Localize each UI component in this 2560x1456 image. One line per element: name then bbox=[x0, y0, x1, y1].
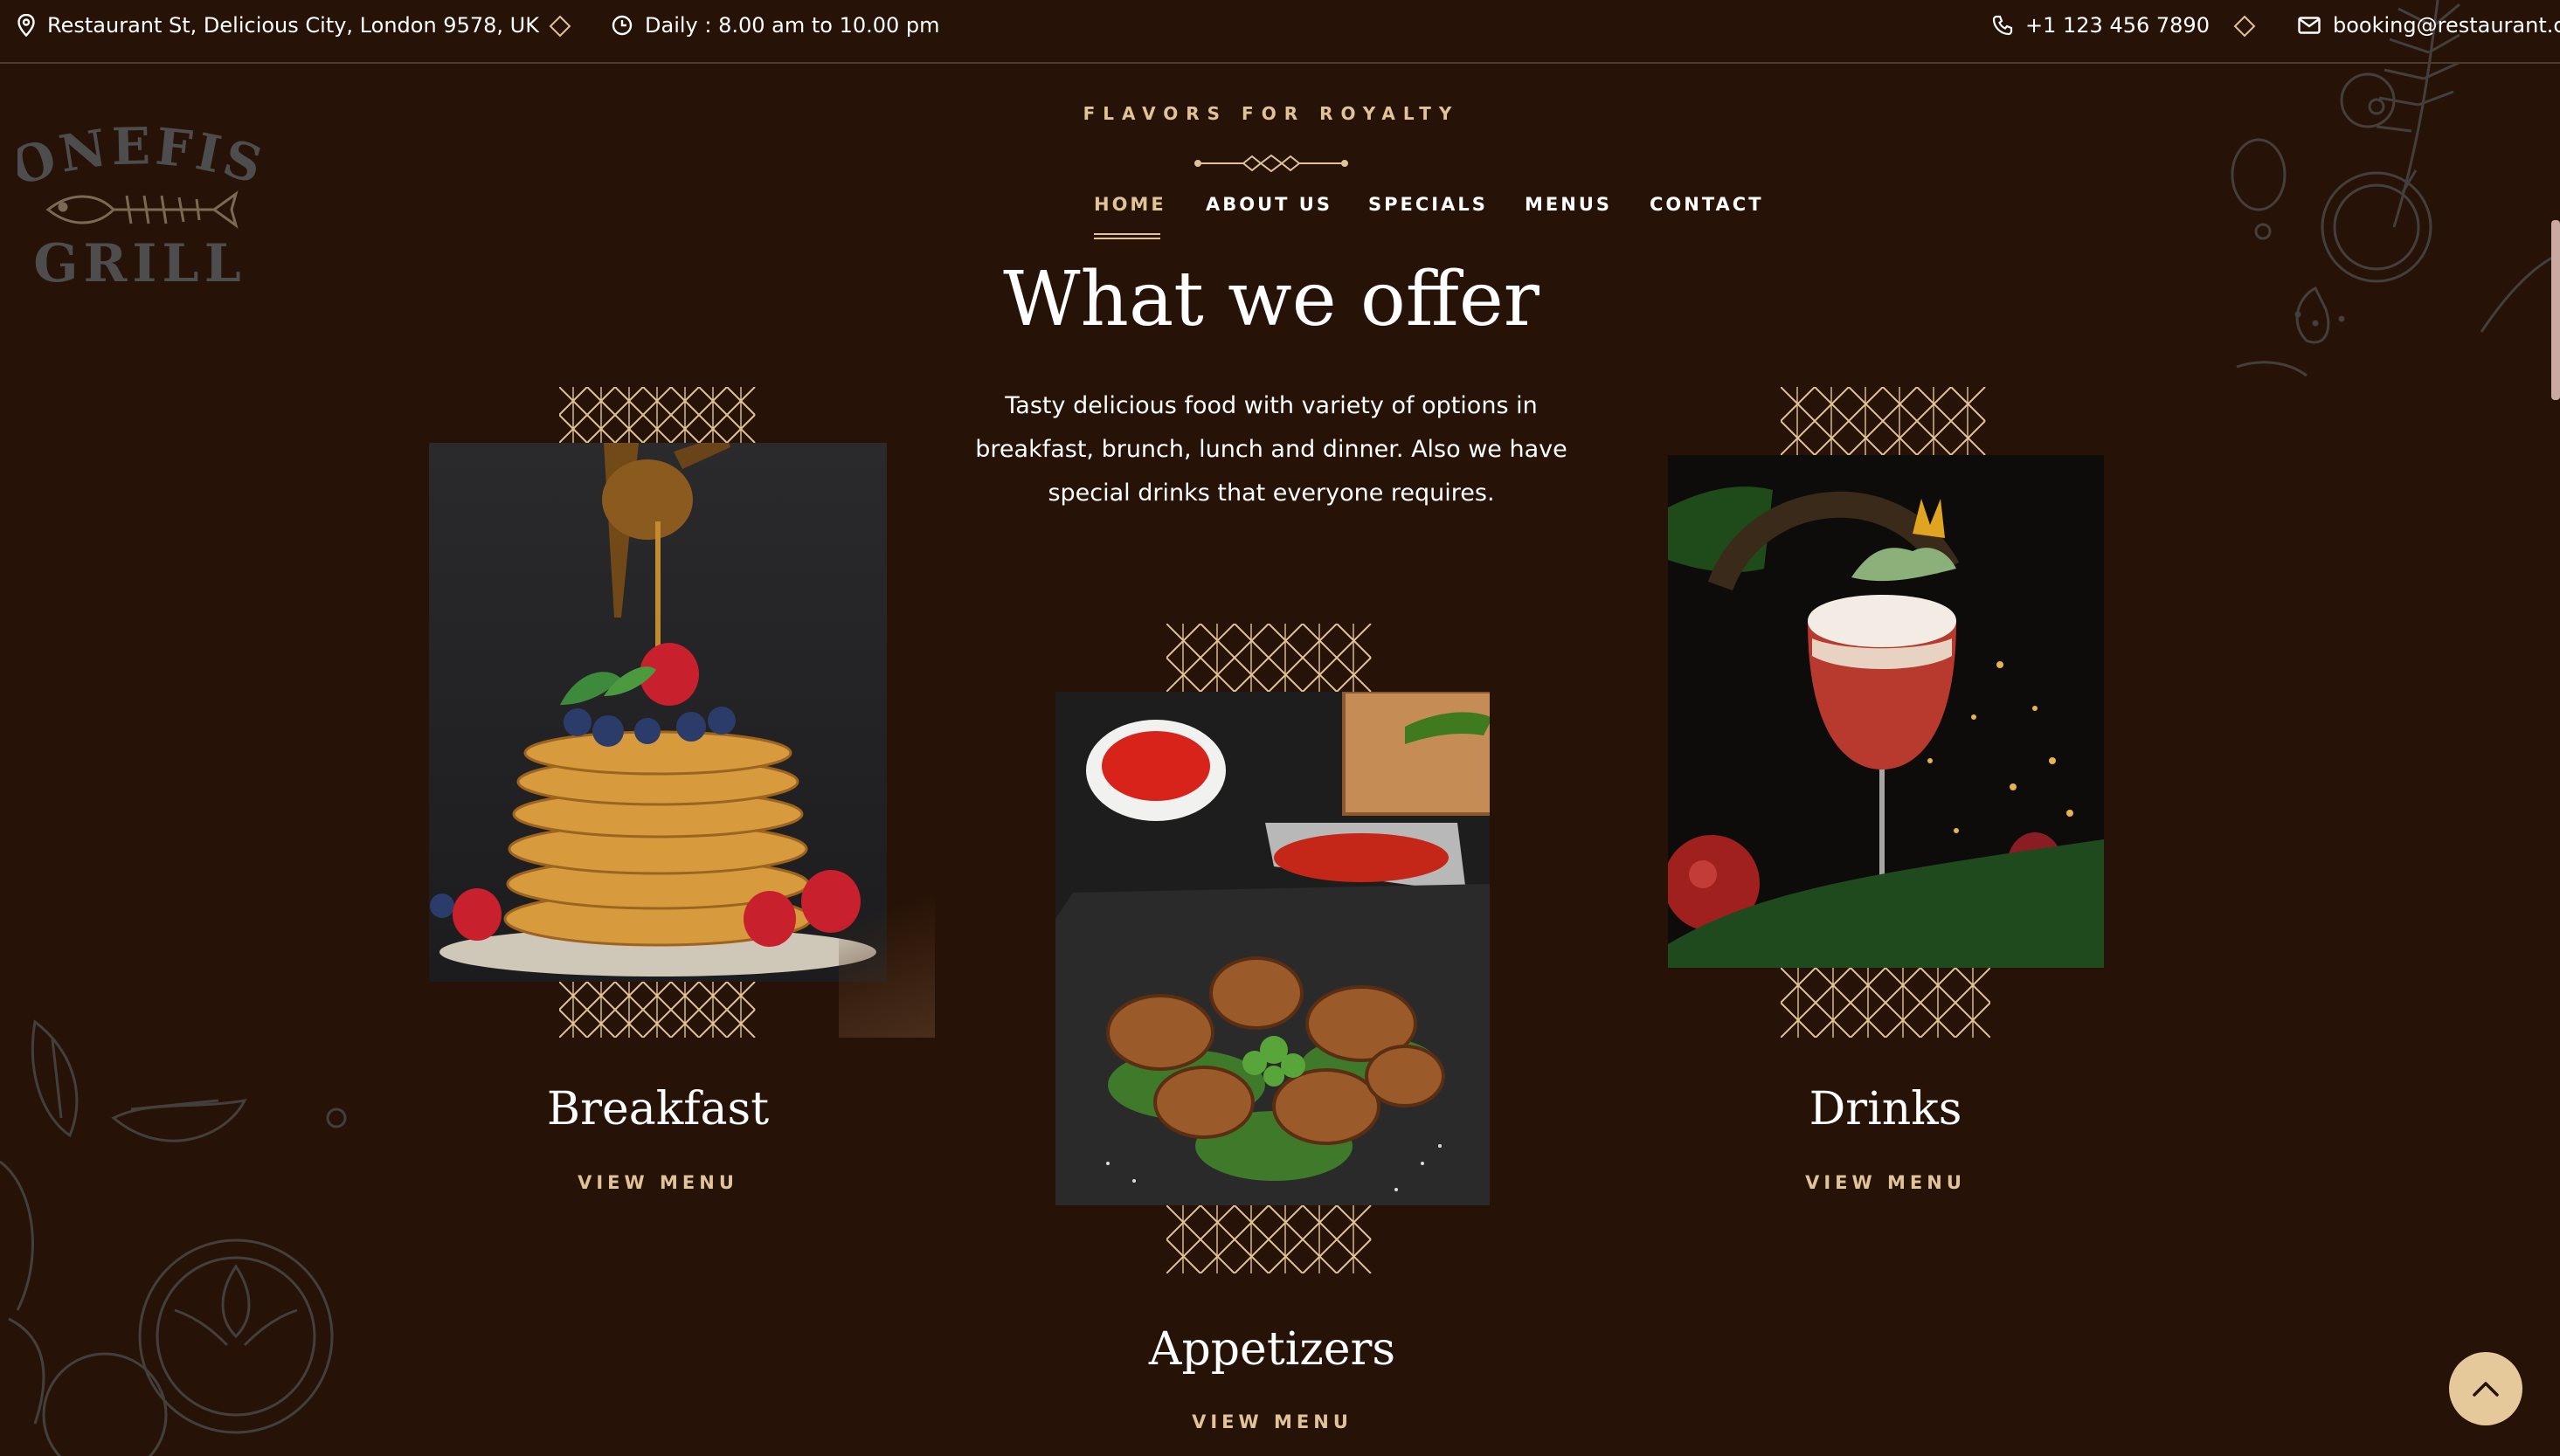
active-underline bbox=[1094, 233, 1160, 239]
art-deco-pattern-top bbox=[1781, 387, 1990, 455]
phone-text: +1 123 456 7890 bbox=[2025, 13, 2210, 38]
phone-link[interactable]: +1 123 456 7890 bbox=[1992, 0, 2210, 51]
nav-item-home[interactable]: HOME bbox=[1094, 194, 1166, 239]
separator-diamond-icon bbox=[549, 15, 571, 38]
section-description: Tasty delicious food with variety of opt… bbox=[975, 392, 1567, 507]
page: Restaurant St, Delicious City, London 95… bbox=[0, 0, 2560, 1456]
image-shadow bbox=[839, 860, 935, 1038]
card-title-breakfast: Breakfast bbox=[546, 1083, 770, 1135]
nav-label: SPECIALS bbox=[1368, 194, 1488, 215]
top-info-bar: Restaurant St, Delicious City, London 95… bbox=[0, 0, 2560, 64]
art-deco-pattern-bottom bbox=[559, 982, 757, 1038]
scrollbar-thumb[interactable] bbox=[2551, 220, 2560, 400]
card-title-appetizers: Appetizers bbox=[1148, 1323, 1396, 1376]
ornament-divider-icon bbox=[1194, 154, 1348, 173]
clock-icon bbox=[612, 15, 633, 36]
phone-icon bbox=[1992, 15, 2013, 36]
grilled-chicken-wings-image bbox=[1055, 692, 1490, 1205]
mail-icon bbox=[2298, 17, 2321, 34]
logo-image: BONEFISH GRILL bbox=[0, 75, 269, 294]
nav-label: MENUS bbox=[1525, 194, 1612, 215]
nav-item-about-us[interactable]: ABOUT US bbox=[1206, 194, 1332, 215]
section-heading: What we offer bbox=[1003, 256, 1539, 343]
bonefish-grill-logo[interactable]: BONEFISH GRILL bbox=[0, 75, 269, 297]
appetizers-image[interactable] bbox=[1055, 692, 1490, 1205]
email-text: booking@restaurant.co bbox=[2333, 13, 2560, 38]
view-menu-link-breakfast[interactable]: VIEW MENU bbox=[527, 1172, 789, 1193]
address-text: Restaurant St, Delicious City, London 95… bbox=[47, 13, 539, 38]
tagline: FLAVORS FOR ROYALTY bbox=[1083, 103, 1460, 124]
scroll-to-top-button[interactable] bbox=[2449, 1352, 2522, 1425]
nav-label: ABOUT US bbox=[1206, 194, 1332, 215]
nav-label: CONTACT bbox=[1650, 194, 1764, 215]
nav-item-menus[interactable]: MENUS bbox=[1525, 194, 1612, 215]
nav-item-specials[interactable]: SPECIALS bbox=[1368, 194, 1488, 215]
vegetable-sketch-decoration bbox=[0, 1019, 347, 1456]
art-deco-pattern-bottom bbox=[1781, 968, 1990, 1038]
hours-text: Daily : 8.00 am to 10.00 pm bbox=[645, 13, 940, 38]
card-title-drinks: Drinks bbox=[1809, 1083, 1962, 1135]
svg-text:GRILL: GRILL bbox=[33, 233, 246, 294]
separator-diamond-icon bbox=[2233, 15, 2256, 38]
breakfast-image[interactable] bbox=[429, 443, 887, 982]
art-deco-pattern-top bbox=[1166, 624, 1376, 692]
drinks-image[interactable] bbox=[1668, 455, 2104, 968]
nav-label: HOME bbox=[1094, 194, 1166, 215]
art-deco-pattern-bottom bbox=[1166, 1205, 1376, 1273]
pancakes-with-honey-and-berries-image bbox=[430, 443, 876, 976]
hours-item: Daily : 8.00 am to 10.00 pm bbox=[612, 0, 940, 51]
red-cocktail-glass-image bbox=[1668, 455, 2104, 968]
svg-text:BONEFISH: BONEFISH bbox=[17, 122, 262, 197]
view-menu-link-appetizers[interactable]: VIEW MENU bbox=[1141, 1411, 1403, 1432]
email-link[interactable]: booking@restaurant.co bbox=[2298, 0, 2560, 51]
chevron-up-icon bbox=[2473, 1382, 2499, 1397]
nav-item-contact[interactable]: CONTACT bbox=[1650, 194, 1764, 215]
address-item: Restaurant St, Delicious City, London 95… bbox=[17, 0, 539, 51]
view-menu-link-drinks[interactable]: VIEW MENU bbox=[1754, 1172, 2017, 1193]
location-pin-icon bbox=[17, 14, 35, 37]
art-deco-pattern-top bbox=[559, 387, 757, 443]
